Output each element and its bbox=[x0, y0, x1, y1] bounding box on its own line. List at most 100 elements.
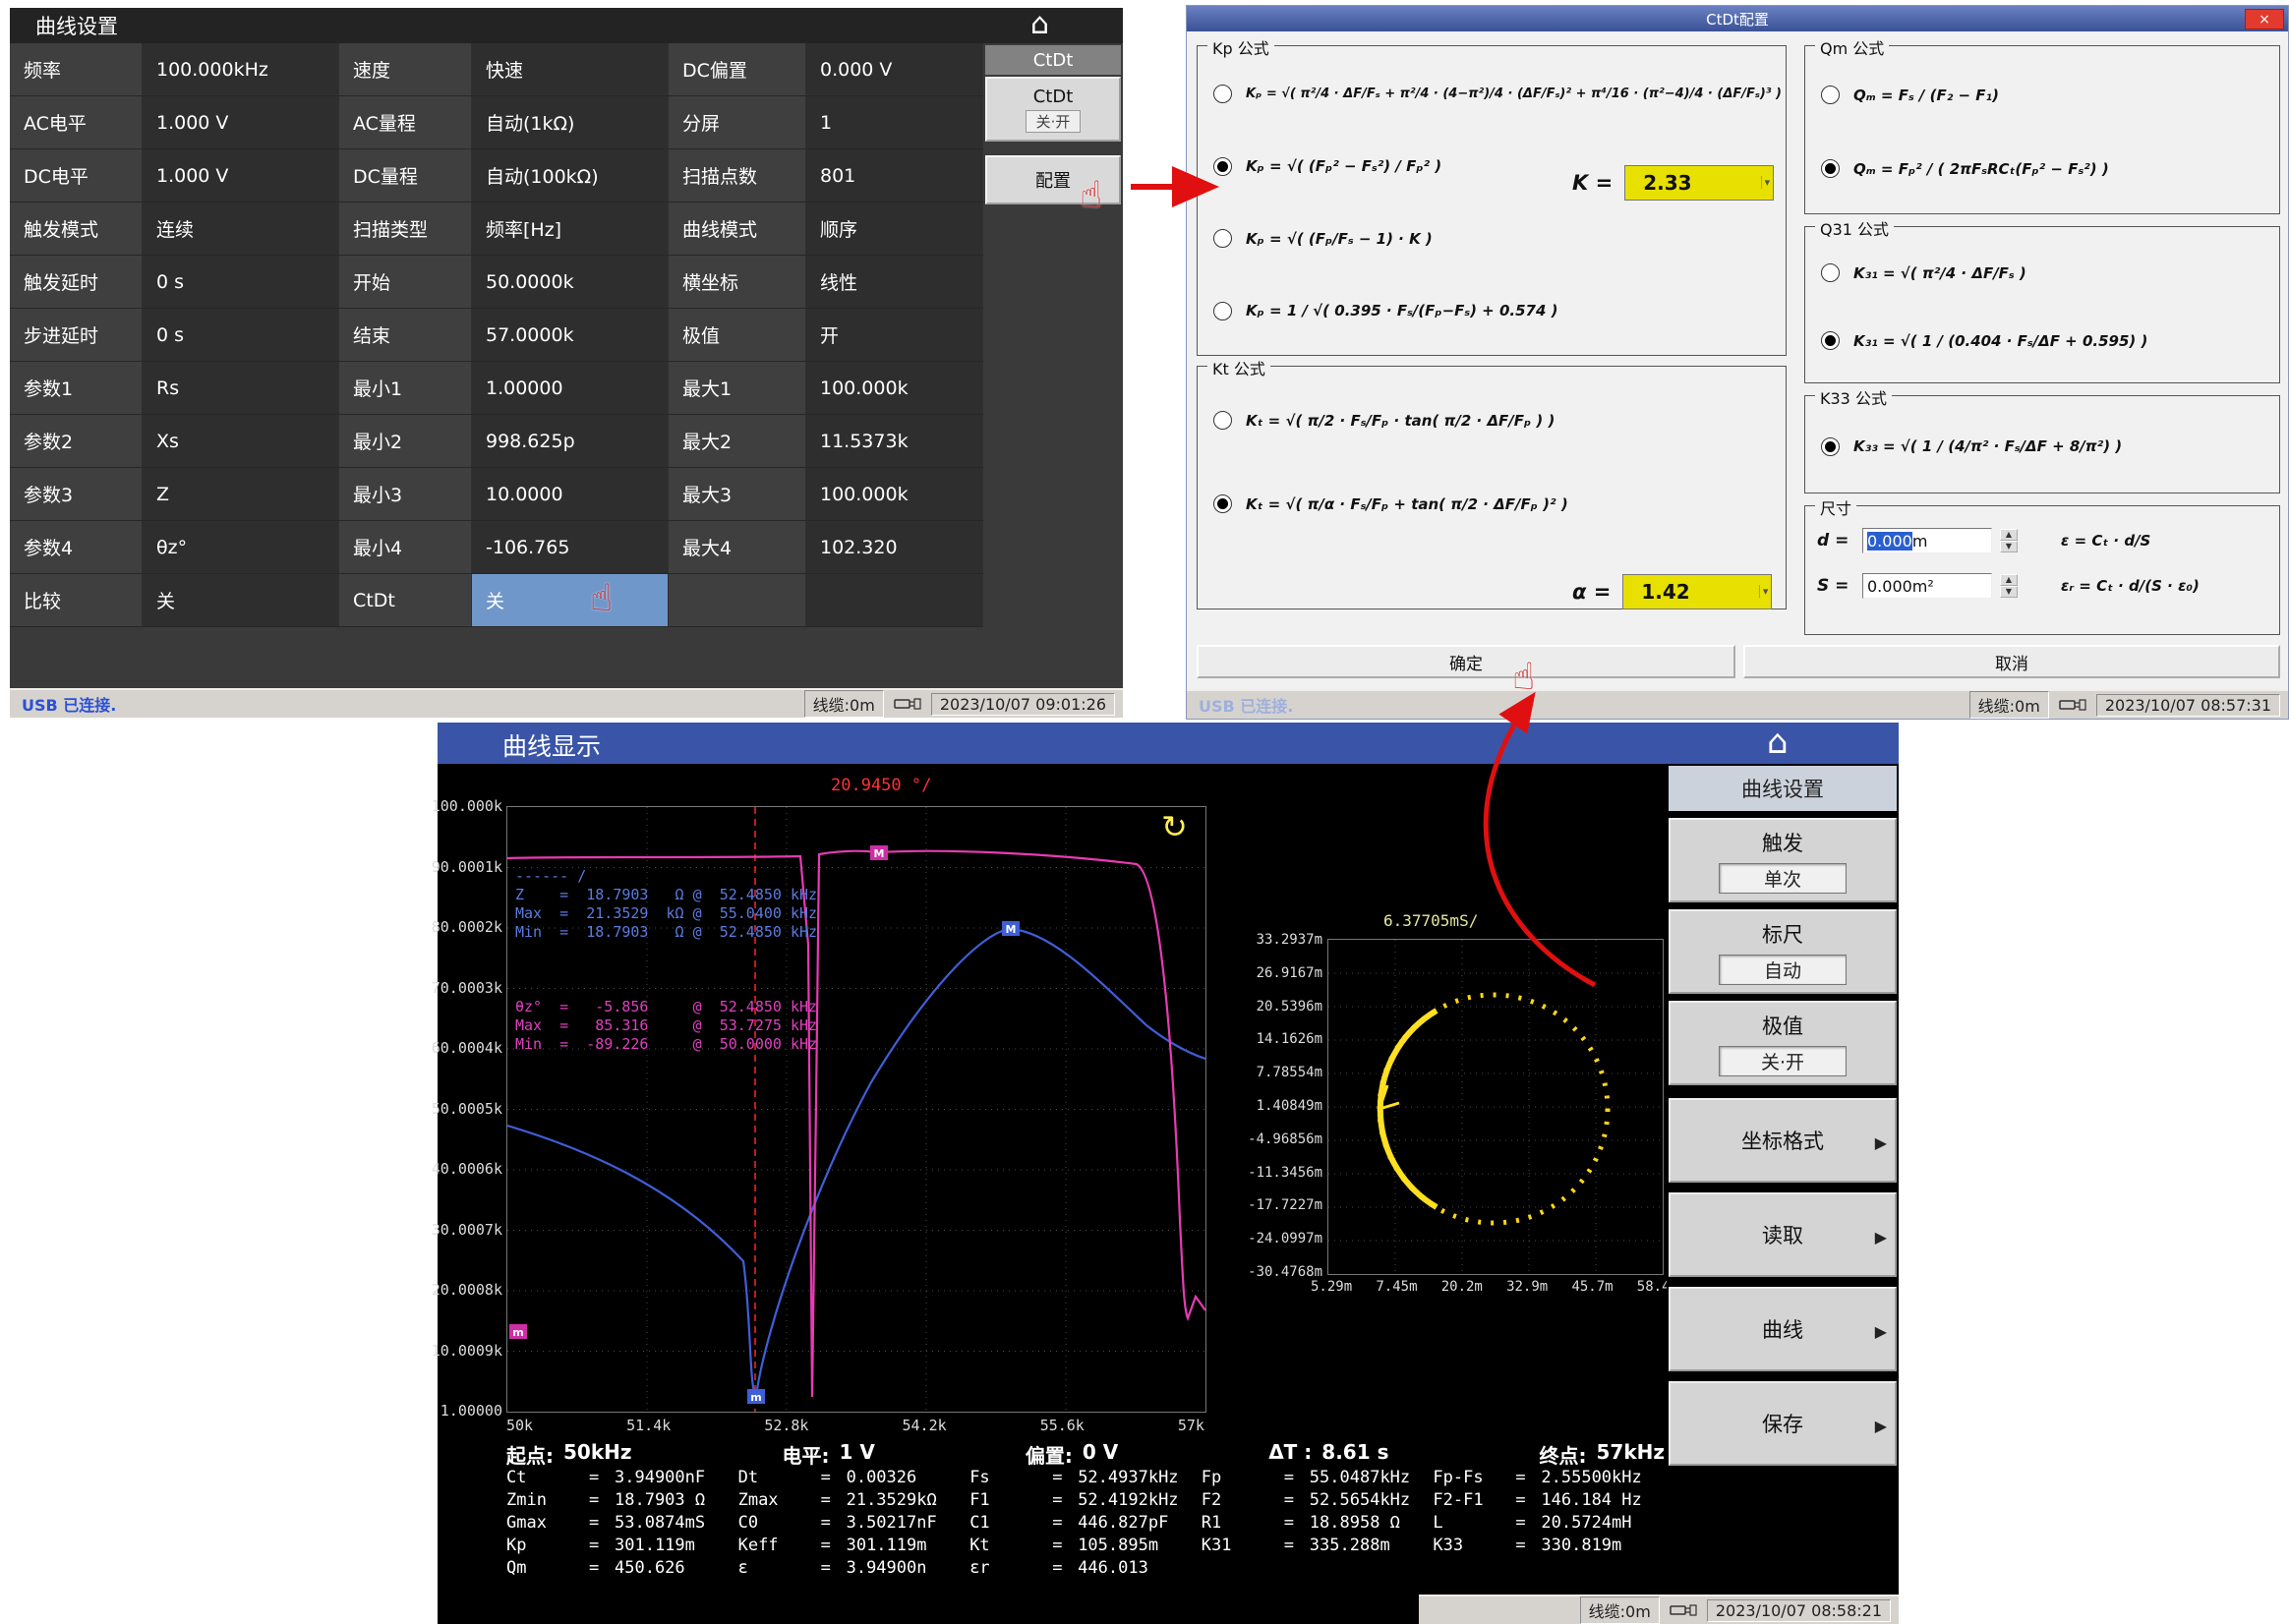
formula-option[interactable]: K₃₁ = √( π²/4 · ΔF/Fₛ ) bbox=[1813, 263, 2271, 282]
result-value: 53.0874mS bbox=[615, 1513, 705, 1533]
alpha-value-input[interactable]: 1.42 ▾ bbox=[1622, 574, 1772, 609]
setting-value[interactable]: 1.000 V bbox=[143, 96, 339, 148]
result-item: εr = 446.013 bbox=[969, 1558, 1202, 1578]
setting-value[interactable]: Xs bbox=[143, 415, 339, 467]
setting-value[interactable]: 11.5373k bbox=[806, 415, 983, 467]
s-input[interactable]: 0.000m² bbox=[1862, 573, 1992, 599]
arrow-right-icon: ▶ bbox=[1875, 1133, 1887, 1152]
setting-value[interactable]: 开 bbox=[806, 309, 983, 361]
setting-value[interactable]: 10.0000 bbox=[472, 468, 669, 520]
formula-option[interactable]: Kₚ = √( π²/4 · ΔF/Fₛ + π²/4 · (4−π²)/4 ·… bbox=[1205, 85, 1778, 103]
d-input[interactable]: 0.000 m bbox=[1862, 528, 1992, 553]
setting-value[interactable]: 自动(1kΩ) bbox=[472, 96, 669, 148]
cancel-button[interactable]: 取消 bbox=[1743, 645, 2280, 678]
spin-up-icon[interactable]: ▲ bbox=[2000, 529, 2018, 541]
radio-icon[interactable] bbox=[1213, 85, 1232, 103]
setting-value[interactable]: 50.0000k bbox=[472, 256, 669, 308]
setting-label: 结束 bbox=[339, 309, 472, 361]
y-axis-label: 20.5396m bbox=[1257, 999, 1322, 1015]
radio-icon[interactable] bbox=[1213, 302, 1232, 320]
setting-value[interactable]: 快速 bbox=[472, 43, 669, 95]
radio-icon[interactable] bbox=[1821, 86, 1840, 104]
formula-option[interactable]: Kₜ = √( π/2 · Fₛ/Fₚ · tan( π/2 · ΔF/Fₚ )… bbox=[1205, 411, 1778, 430]
setting-value[interactable]: 1.000 V bbox=[143, 149, 339, 202]
setting-label: 参数4 bbox=[10, 521, 143, 573]
setting-value[interactable]: 0.000 V bbox=[806, 43, 983, 95]
s-spinner[interactable]: ▲ ▼ bbox=[2000, 574, 2018, 598]
setting-value[interactable] bbox=[806, 574, 983, 626]
setting-value[interactable]: 关 bbox=[472, 574, 669, 626]
result-name: ε bbox=[738, 1558, 821, 1578]
spin-up-icon[interactable]: ▲ bbox=[2000, 574, 2018, 586]
radio-icon[interactable] bbox=[1821, 159, 1840, 178]
setting-value[interactable]: 顺序 bbox=[806, 203, 983, 255]
radio-icon[interactable] bbox=[1821, 437, 1840, 456]
setting-value[interactable]: 关 bbox=[143, 574, 339, 626]
setting-value[interactable]: 998.625p bbox=[472, 415, 669, 467]
setting-value[interactable]: 100.000kHz bbox=[143, 43, 339, 95]
setting-value[interactable]: 线性 bbox=[806, 256, 983, 308]
setting-value[interactable]: 频率[Hz] bbox=[472, 203, 669, 255]
legend-line: Min = -89.226 @ 50.0000 kHz bbox=[515, 1035, 817, 1054]
setting-value[interactable]: 100.000k bbox=[806, 362, 983, 414]
ctdt-toggle-button[interactable]: CtDt 关·开 bbox=[985, 77, 1121, 142]
menu-nav-button[interactable]: 读取 ▶ bbox=[1669, 1192, 1897, 1277]
admittance-circle-plot[interactable] bbox=[1327, 939, 1664, 1275]
setting-value[interactable]: 1 bbox=[806, 96, 983, 148]
y-axis-label: -30.4768m bbox=[1248, 1264, 1322, 1280]
setting-value[interactable]: 0 s bbox=[143, 256, 339, 308]
setting-value[interactable]: 0 s bbox=[143, 309, 339, 361]
menu-nav-button[interactable]: 坐标格式 ▶ bbox=[1669, 1098, 1897, 1183]
ok-button[interactable]: 确定 bbox=[1197, 645, 1735, 678]
main-plot[interactable]: m M m M bbox=[506, 806, 1206, 1413]
s-input-row: S = 0.000m² ▲ ▼ bbox=[1817, 573, 2061, 599]
radio-icon[interactable] bbox=[1213, 411, 1232, 430]
formula-option[interactable]: Qₘ = Fₛ / (F₂ − F₁) bbox=[1813, 86, 2271, 104]
k-value-input[interactable]: 2.33 ▾ bbox=[1624, 165, 1774, 201]
setting-value[interactable]: 100.000k bbox=[806, 468, 983, 520]
result-item: Zmax = 21.3529kΩ bbox=[738, 1490, 970, 1510]
setting-value[interactable]: 102.320 bbox=[806, 521, 983, 573]
setting-value[interactable]: Rs bbox=[143, 362, 339, 414]
setting-value[interactable]: 连续 bbox=[143, 203, 339, 255]
formula-option[interactable]: K₃₁ = √( 1 / (0.404 · Fₛ/ΔF + 0.595) ) bbox=[1813, 331, 2271, 350]
radio-icon[interactable] bbox=[1213, 229, 1232, 248]
d-spinner[interactable]: ▲ ▼ bbox=[2000, 529, 2018, 552]
usb-status-text: USB 已连接. bbox=[22, 692, 116, 716]
menu-nav-button[interactable]: 保存 ▶ bbox=[1669, 1381, 1897, 1466]
radio-icon[interactable] bbox=[1821, 331, 1840, 350]
setting-value[interactable]: 1.00000 bbox=[472, 362, 669, 414]
spin-down-icon[interactable]: ▼ bbox=[2000, 586, 2018, 598]
formula-option[interactable]: Kₚ = √( (Fₚ/Fₛ − 1) · K ) bbox=[1205, 229, 1778, 248]
alpha-label: α = bbox=[1572, 580, 1611, 604]
home-icon[interactable]: ⌂ bbox=[1030, 10, 1049, 39]
caret-down-icon[interactable]: ▾ bbox=[1761, 176, 1771, 189]
menu-toggle-button[interactable]: 触发 单次 bbox=[1669, 818, 1897, 902]
result-item: R1 = 18.8958 Ω bbox=[1202, 1513, 1434, 1533]
close-icon[interactable]: × bbox=[2245, 9, 2284, 29]
menu-header[interactable]: 曲线设置 bbox=[1669, 766, 1897, 811]
setting-value[interactable]: 自动(100kΩ) bbox=[472, 149, 669, 202]
result-name: C1 bbox=[969, 1513, 1052, 1533]
setting-value[interactable]: -106.765 bbox=[472, 521, 669, 573]
formula-option[interactable]: Kₚ = 1 / √( 0.395 · Fₛ/(Fₚ−Fₛ) + 0.574 ) bbox=[1205, 302, 1778, 320]
setting-value[interactable]: θz° bbox=[143, 521, 339, 573]
radio-icon[interactable] bbox=[1821, 263, 1840, 282]
formula-option[interactable]: Qₘ = Fₚ² / ( 2πFₛRCₜ(Fₚ² − Fₛ²) ) bbox=[1813, 159, 2271, 178]
setting-value[interactable]: 57.0000k bbox=[472, 309, 669, 361]
setting-value[interactable]: Z bbox=[143, 468, 339, 520]
caret-down-icon[interactable]: ▾ bbox=[1759, 585, 1769, 598]
menu-toggle-button[interactable]: 标尺 自动 bbox=[1669, 909, 1897, 994]
home-icon[interactable]: ⌂ bbox=[1767, 725, 1789, 759]
refresh-icon[interactable]: ↻ bbox=[1161, 811, 1188, 842]
radio-icon[interactable] bbox=[1213, 157, 1232, 176]
y-axis-label: 70.0003k bbox=[432, 979, 502, 997]
cursor-readout: 20.9450 °/ bbox=[831, 776, 931, 795]
menu-toggle-button[interactable]: 极值 关·开 bbox=[1669, 1001, 1897, 1085]
radio-icon[interactable] bbox=[1213, 494, 1232, 513]
formula-option[interactable]: Kₜ = √( π/α · Fₛ/Fₚ + tan( π/2 · ΔF/Fₚ )… bbox=[1205, 494, 1778, 513]
menu-nav-button[interactable]: 曲线 ▶ bbox=[1669, 1287, 1897, 1371]
formula-option[interactable]: K₃₃ = √( 1 / (4/π² · Fₛ/ΔF + 8/π²) ) bbox=[1813, 437, 2271, 456]
setting-value[interactable]: 801 bbox=[806, 149, 983, 202]
spin-down-icon[interactable]: ▼ bbox=[2000, 541, 2018, 552]
